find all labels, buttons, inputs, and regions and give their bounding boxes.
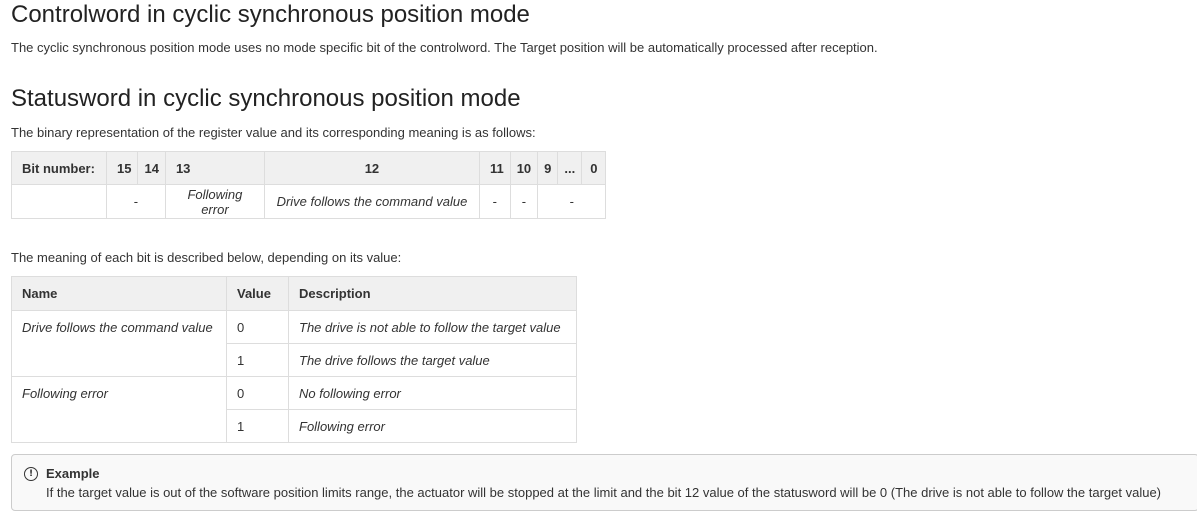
bit-14: 14 [137,151,166,185]
meaning-table: Name Value Description Drive follows the… [11,276,577,443]
bit-13-value: Following error [164,184,265,219]
meaning-intro: The meaning of each bit is described bel… [11,250,402,265]
row-value: 0 [226,310,289,344]
row-name: Following error [11,376,227,443]
row-value: 0 [226,376,289,410]
bit-13: 13 [164,151,265,185]
row-description: No following error [288,376,577,410]
bit-11-value: - [478,184,511,219]
bit-number-label: Bit number: [11,151,107,185]
bit-header-row: Bit number: 15 14 13 12 11 10 9 ... 0 [11,151,607,185]
bit-value-row: - Following error Drive follows the comm… [11,184,607,219]
statusword-heading: Statusword in cyclic synchronous positio… [11,85,521,112]
bit-12-value: Drive follows the command value [263,184,480,219]
row-description: Following error [288,409,577,443]
example-title: Example [46,466,100,481]
info-icon: ! [24,467,38,481]
bit-15: 15 [105,151,139,185]
bit-12: 12 [263,151,480,185]
bit-9-0-value: - [537,184,607,219]
row-value: 1 [226,343,289,377]
bit-15-14-value: - [106,184,166,219]
row-value: 1 [226,409,289,443]
meaning-header-row: Name Value Description [11,276,577,311]
bit-table: Bit number: 15 14 13 12 11 10 9 ... 0 - … [11,151,607,219]
example-info-box: ! Example If the target value is out of … [11,454,1197,511]
bit-value-empty [11,184,107,219]
value-column-header: Value [226,276,289,311]
bit-9: 9 [537,151,559,185]
controlword-text: The cyclic synchronous position mode use… [11,40,878,55]
example-text: If the target value is out of the softwa… [46,485,1161,500]
bit-ellipsis: ... [557,151,583,185]
bit-11: 11 [478,151,511,185]
row-description: The drive follows the target value [288,343,577,377]
name-column-header: Name [11,276,227,311]
row-name: Drive follows the command value [11,310,227,377]
bit-10-value: - [509,184,539,219]
description-column-header: Description [288,276,577,311]
bit-10: 10 [509,151,539,185]
table-row: Drive follows the command value 0 The dr… [11,310,577,377]
row-description: The drive is not able to follow the targ… [288,310,577,344]
bit-0: 0 [581,151,607,185]
statusword-intro: The binary representation of the registe… [11,125,536,140]
table-row: Following error 0 No following error [11,376,577,443]
controlword-heading: Controlword in cyclic synchronous positi… [11,1,530,28]
